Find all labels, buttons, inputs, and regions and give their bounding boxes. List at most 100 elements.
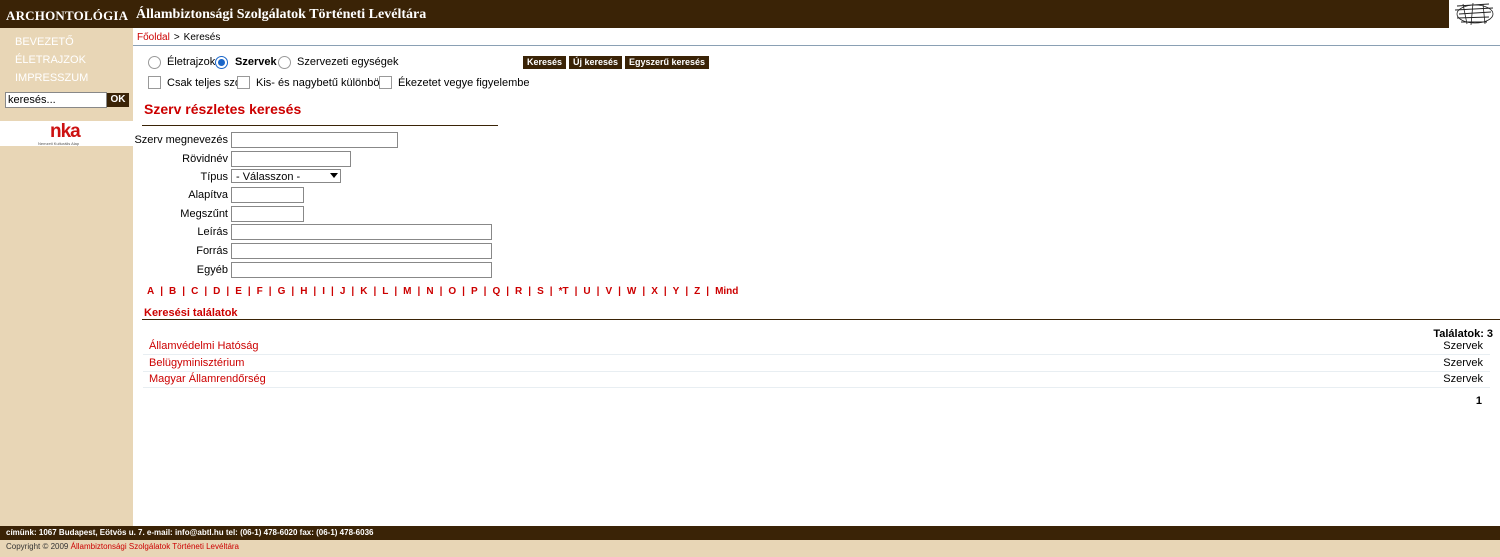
alphabet-separator: |	[462, 286, 465, 297]
results-divider	[142, 319, 1500, 320]
alphabet-separator: |	[685, 286, 689, 297]
alphabet-letter-link[interactable]: I	[322, 286, 325, 297]
radio-eletrajzok-label[interactable]: Életrajzok	[167, 56, 215, 68]
breadcrumb: Főoldal > Keresés	[137, 32, 220, 43]
alphabet-letter-link[interactable]: Y	[673, 286, 680, 297]
checkbox-accents-label[interactable]: Ékezetet vegye figyelembe	[398, 77, 529, 89]
breadcrumb-home-link[interactable]: Főoldal	[137, 32, 170, 43]
sidebar-search-ok-button[interactable]: OK	[107, 93, 129, 107]
alphabet-letter-link[interactable]: K	[360, 286, 367, 297]
footer-address: címünk: 1067 Budapest, Eötvös u. 7. e-ma…	[6, 528, 374, 537]
archive-logo[interactable]	[1449, 0, 1500, 28]
alphabet-letter-link[interactable]: J	[340, 286, 346, 297]
alphabet-separator: |	[373, 286, 377, 297]
alphabet-letter-link[interactable]: R	[515, 286, 522, 297]
sidebar-search-input[interactable]	[5, 92, 107, 108]
alphabet-separator: |	[331, 286, 334, 297]
alphabet-letter-link[interactable]: V	[605, 286, 612, 297]
field-source-input[interactable]	[231, 243, 492, 259]
alphabet-separator: |	[351, 286, 355, 297]
sidebar-item-impresszum[interactable]: Impresszum	[15, 72, 88, 84]
search-button[interactable]: Keresés	[523, 56, 567, 69]
field-founded-label: Alapítva	[188, 189, 228, 201]
alphabet-letter-link[interactable]: X	[651, 286, 658, 297]
radio-szervek-label[interactable]: Szervek	[235, 56, 277, 68]
archive-title: Állambiztonsági Szolgálatok Történeti Le…	[136, 7, 427, 22]
checkbox-whole-word-label[interactable]: Csak teljes szó	[167, 77, 241, 89]
radio-eletrajzok[interactable]	[148, 56, 161, 69]
alphabet-letter-link[interactable]: S	[537, 286, 544, 297]
breadcrumb-divider	[133, 45, 1500, 46]
field-ended-input[interactable]	[231, 206, 304, 222]
field-other-input[interactable]	[231, 262, 492, 278]
results-title: Keresési találatok	[144, 307, 238, 319]
alphabet-separator: |	[226, 286, 230, 297]
field-description-label: Leírás	[197, 226, 228, 238]
alphabet-separator: |	[394, 286, 398, 297]
breadcrumb-current: Keresés	[183, 32, 221, 43]
result-name-link[interactable]: Államvédelmi Hatóság	[149, 340, 258, 352]
alphabet-separator: |	[663, 286, 667, 297]
alphabet-letter-link[interactable]: *T	[559, 286, 569, 297]
new-search-button[interactable]: Új keresés	[569, 56, 623, 69]
alphabet-letter-link[interactable]: P	[471, 286, 478, 297]
alphabet-letter-link[interactable]: C	[191, 286, 198, 297]
result-row: Belügyminisztérium Szervek	[143, 355, 1490, 372]
alphabet-letter-link[interactable]: L	[382, 286, 388, 297]
alphabet-letter-link[interactable]: H	[300, 286, 307, 297]
alphabet-letter-link[interactable]: Mind	[715, 286, 738, 297]
field-short-input[interactable]	[231, 151, 351, 167]
alphabet-letter-link[interactable]: G	[278, 286, 286, 297]
result-name-link[interactable]: Magyar Államrendőrség	[149, 373, 266, 385]
field-other-label: Egyéb	[196, 264, 228, 276]
form-title-divider	[142, 125, 498, 126]
pagination-page-1[interactable]: 1	[1476, 395, 1482, 407]
copyright-link[interactable]: Állambiztonsági Szolgálatok Történeti Le…	[71, 542, 239, 551]
alphabet-separator: |	[642, 286, 646, 297]
alphabet-letter-link[interactable]: O	[448, 286, 456, 297]
breadcrumb-separator: >	[173, 32, 180, 43]
alphabet-letter-link[interactable]: B	[169, 286, 176, 297]
field-type-select[interactable]: - Válasszon -	[231, 169, 341, 183]
alphabet-separator: |	[574, 286, 578, 297]
alphabet-letter-link[interactable]: F	[257, 286, 263, 297]
alphabet-letter-link[interactable]: E	[235, 286, 242, 297]
sidebar-item-bevezeto[interactable]: Bevezető	[15, 36, 74, 48]
alphabet-letter-link[interactable]: Z	[694, 286, 700, 297]
alphabet-letter-link[interactable]: M	[403, 286, 411, 297]
simple-search-button[interactable]: Egyszerű keresés	[625, 56, 710, 69]
alphabet-letter-link[interactable]: A	[147, 286, 154, 297]
sidebar-item-eletrajzok[interactable]: Életrajzok	[15, 54, 86, 66]
alphabet-letter-link[interactable]: N	[426, 286, 433, 297]
field-founded-input[interactable]	[231, 187, 304, 203]
sidebar: Bevezető Életrajzok Impresszum OK nka Ne…	[0, 28, 133, 526]
archive-logo-icon	[1454, 2, 1494, 26]
checkbox-accents[interactable]	[379, 76, 392, 89]
checkbox-whole-word[interactable]	[148, 76, 161, 89]
radio-szervezeti-egysegek[interactable]	[278, 56, 291, 69]
alphabet-separator: |	[549, 286, 553, 297]
radio-szervek[interactable]	[215, 56, 228, 69]
alphabet-letter-link[interactable]: Q	[492, 286, 500, 297]
field-ended-label: Megszűnt	[180, 208, 228, 220]
alphabet-separator: |	[160, 286, 164, 297]
field-type-label: Típus	[200, 171, 228, 183]
alphabet-letter-link[interactable]: W	[627, 286, 636, 297]
result-name-link[interactable]: Belügyminisztérium	[149, 357, 244, 369]
checkbox-case-sensitive[interactable]	[237, 76, 250, 89]
field-description-input[interactable]	[231, 224, 492, 240]
result-type: Szervek	[1443, 373, 1483, 385]
alphabet-separator: |	[182, 286, 186, 297]
field-type-selected: - Válasszon -	[236, 171, 301, 183]
field-name-label: Szerv megnevezés	[134, 134, 228, 146]
checkbox-case-sensitive-label[interactable]: Kis- és nagybetű különböző	[256, 77, 391, 89]
alphabet-separator: |	[291, 286, 295, 297]
alphabet-letter-link[interactable]: U	[583, 286, 590, 297]
alphabet-letter-link[interactable]: D	[213, 286, 220, 297]
result-type: Szervek	[1443, 340, 1483, 352]
alphabet-filter: A | B | C | D | E | F | G | H | I | J | K | L | M | N | O | P | Q | R | S | *T…	[147, 286, 738, 297]
field-name-input[interactable]	[231, 132, 398, 148]
alphabet-separator: |	[439, 286, 443, 297]
site-name[interactable]: ARCHONTOLÓGIA	[6, 8, 128, 24]
radio-szervezeti-egysegek-label[interactable]: Szervezeti egységek	[297, 56, 399, 68]
